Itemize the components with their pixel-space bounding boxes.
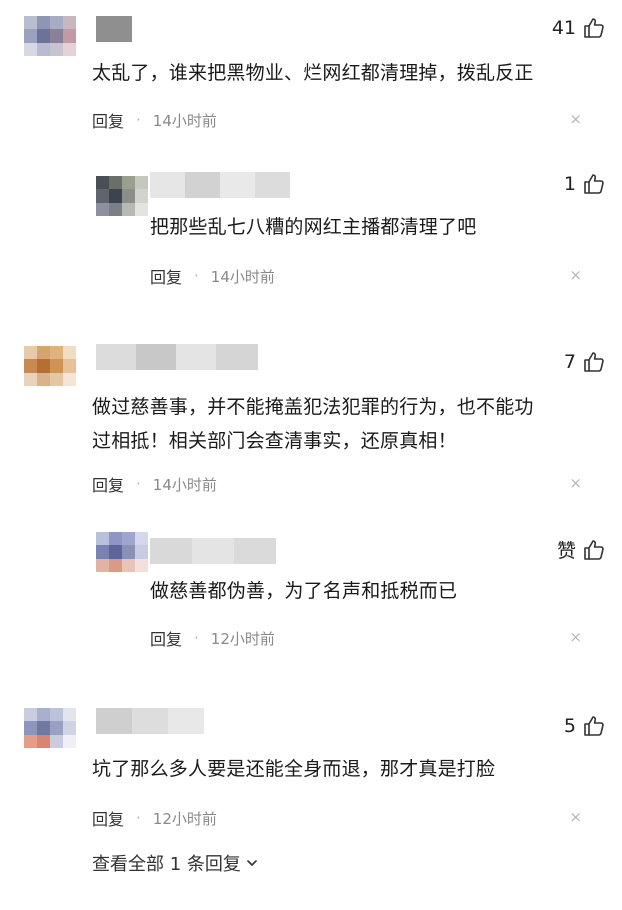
like-button[interactable]: 赞 bbox=[557, 536, 606, 563]
like-button[interactable]: 5 bbox=[564, 714, 606, 738]
like-button[interactable]: 7 bbox=[564, 350, 606, 374]
comment-text: 坑了那么多人要是还能全身而退，那才真是打脸 bbox=[92, 758, 496, 780]
comment-text: 太乱了，谁来把黑物业、烂网红都清理掉，拨乱反正 bbox=[92, 62, 534, 84]
comment-time: 14小时前 bbox=[152, 475, 217, 494]
comment-text: 做慈善都伪善，为了名声和抵税而已 bbox=[150, 580, 458, 602]
separator-dot: · bbox=[194, 629, 199, 647]
comment-meta: 回复 · 12小时前 bbox=[150, 626, 275, 650]
reply-button[interactable]: 回复 bbox=[92, 108, 124, 132]
close-icon[interactable]: × bbox=[569, 266, 582, 284]
avatar[interactable] bbox=[24, 708, 76, 748]
reply-button[interactable]: 回复 bbox=[150, 626, 182, 650]
username[interactable] bbox=[150, 538, 276, 564]
username[interactable] bbox=[150, 172, 290, 198]
comment-time: 14小时前 bbox=[210, 267, 275, 286]
like-count: 1 bbox=[563, 173, 576, 195]
separator-dot: · bbox=[136, 111, 141, 129]
comment-text-line: 做过慈善事，并不能掩盖犯法犯罪的行为，也不能功 bbox=[92, 396, 534, 418]
separator-dot: · bbox=[194, 267, 199, 285]
view-all-label: 查看全部 1 条回复 bbox=[92, 854, 241, 875]
like-count: 41 bbox=[551, 17, 576, 39]
like-count: 赞 bbox=[556, 540, 576, 562]
like-count: 7 bbox=[563, 351, 576, 373]
thumbs-up-icon bbox=[584, 539, 604, 560]
avatar[interactable] bbox=[96, 532, 148, 572]
comment-meta: 回复 · 14小时前 bbox=[150, 264, 275, 288]
comment-text-line: 过相抵！相关部门会查清事实，还原真相！ bbox=[92, 430, 457, 452]
view-all-replies-link[interactable]: 查看全部 1 条回复 bbox=[92, 850, 259, 876]
close-icon[interactable]: × bbox=[569, 110, 582, 128]
chevron-down-icon bbox=[247, 860, 257, 866]
comment-meta: 回复 · 14小时前 bbox=[92, 472, 217, 496]
comment-time: 12小时前 bbox=[210, 629, 275, 648]
comment-text: 做过慈善事，并不能掩盖犯法犯罪的行为，也不能功 过相抵！相关部门会查清事实，还原… bbox=[92, 390, 534, 458]
reply-button[interactable]: 回复 bbox=[150, 264, 182, 288]
reply-button[interactable]: 回复 bbox=[92, 472, 124, 496]
comment-text: 把那些乱七八糟的网红主播都清理了吧 bbox=[150, 216, 477, 238]
thumbs-up-icon bbox=[584, 174, 604, 194]
like-button[interactable]: 1 bbox=[564, 172, 606, 196]
separator-dot: · bbox=[136, 809, 141, 827]
avatar[interactable] bbox=[96, 176, 148, 216]
close-icon[interactable]: × bbox=[569, 808, 582, 826]
comment-meta: 回复 · 12小时前 bbox=[92, 806, 217, 830]
thumbs-up-icon bbox=[584, 18, 604, 38]
avatar[interactable] bbox=[24, 346, 76, 386]
thumbs-up-icon bbox=[584, 716, 604, 736]
thumbs-up-icon bbox=[584, 352, 604, 372]
comment-list: 41 太乱了，谁来把黑物业、烂网红都清理掉，拨乱反正 回复 · 14小时前 × … bbox=[0, 0, 622, 910]
close-icon[interactable]: × bbox=[569, 628, 582, 646]
username[interactable] bbox=[96, 16, 132, 42]
like-count: 5 bbox=[563, 715, 576, 737]
comment-time: 12小时前 bbox=[152, 809, 217, 828]
comment-meta: 回复 · 14小时前 bbox=[92, 108, 217, 132]
separator-dot: · bbox=[136, 475, 141, 493]
avatar[interactable] bbox=[24, 16, 76, 56]
comment-time: 14小时前 bbox=[152, 111, 217, 130]
username[interactable] bbox=[96, 344, 258, 370]
username[interactable] bbox=[96, 708, 204, 734]
close-icon[interactable]: × bbox=[569, 474, 582, 492]
reply-button[interactable]: 回复 bbox=[92, 806, 124, 830]
like-button[interactable]: 41 bbox=[552, 16, 606, 40]
